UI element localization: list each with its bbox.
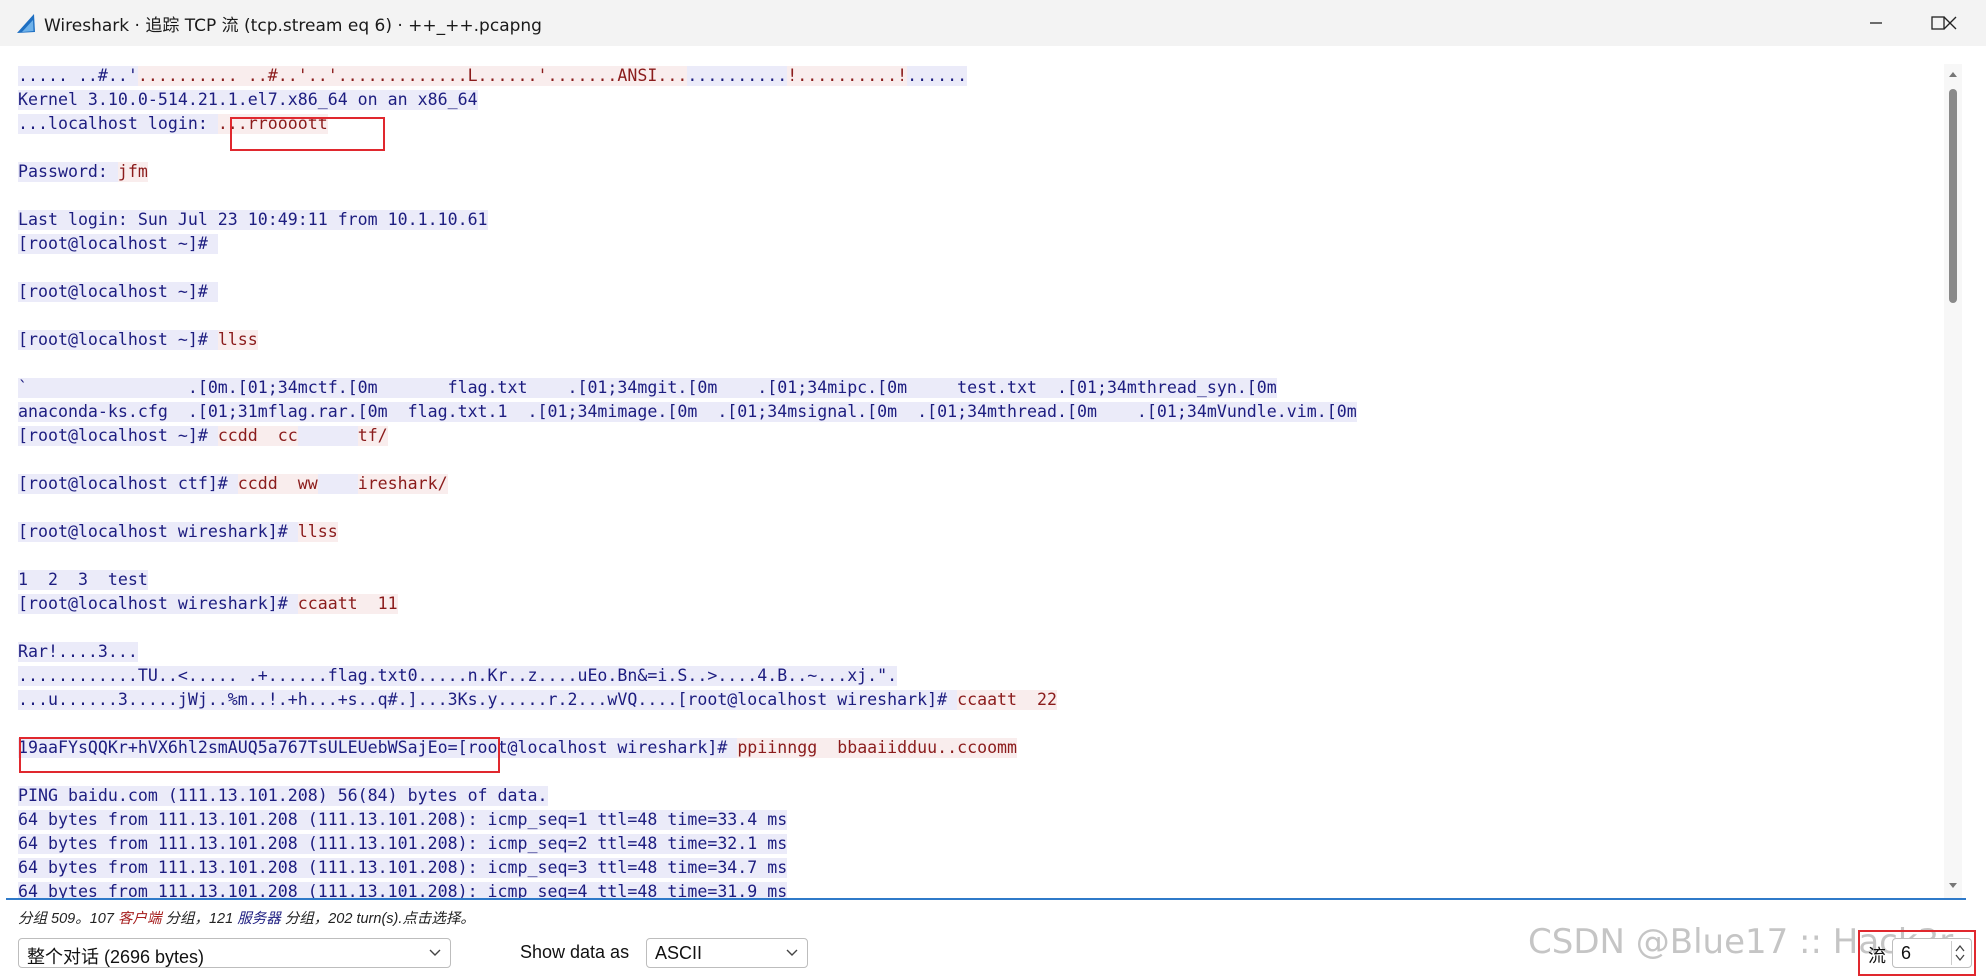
- server-segment[interactable]: [297, 426, 358, 446]
- stream-line: Last login: Sun Jul 23 10:49:11 from 10.…: [18, 208, 1943, 232]
- client-segment[interactable]: ccaatt 11: [297, 594, 398, 614]
- scroll-up-icon: [1949, 72, 1957, 77]
- window-title: Wireshark · 追踪 TCP 流 (tcp.stream eq 6) ·…: [44, 16, 542, 36]
- show-data-select[interactable]: ASCII: [646, 938, 808, 968]
- status-mid: 分组，121: [161, 911, 238, 927]
- show-data-value: ASCII: [655, 943, 703, 963]
- server-segment[interactable]: ..... ..#..': [18, 66, 138, 86]
- server-segment[interactable]: 1 2 3 test: [18, 570, 148, 590]
- server-segment[interactable]: Rar!....3...: [18, 642, 138, 662]
- scroll-down-icon: [1949, 883, 1957, 888]
- status-suffix: 分组，202 turn(s).点击选择。: [280, 911, 475, 927]
- pane-bottom-border: [6, 898, 1966, 900]
- stream-line: 64 bytes from 111.13.101.208 (111.13.101…: [18, 808, 1943, 832]
- server-segment[interactable]: [root@localhost ~]#: [18, 234, 218, 254]
- stream-line: [18, 616, 1943, 640]
- wireshark-fin-icon: [17, 14, 35, 33]
- client-segment[interactable]: ccdd ww: [237, 474, 318, 494]
- client-segment[interactable]: ccdd cc: [217, 426, 298, 446]
- stream-line: ...u......3.....jWj..%m..!.+h...+s..q#.]…: [18, 688, 1943, 712]
- client-segment[interactable]: tf/: [357, 426, 388, 446]
- stream-line: Kernel 3.10.0-514.21.1.el7.x86_64 on an …: [18, 88, 1943, 112]
- server-segment[interactable]: ...localhost login:: [18, 114, 218, 134]
- stream-line: [18, 712, 1943, 736]
- server-segment[interactable]: anaconda-ks.cfg .[01;31mflag.rar.[0m fla…: [18, 402, 1357, 422]
- stream-line: Rar!....3...: [18, 640, 1943, 664]
- stream-line: [root@localhost ~]# llss: [18, 328, 1943, 352]
- stream-line: [18, 184, 1943, 208]
- title-bar: Wireshark · 追踪 TCP 流 (tcp.stream eq 6) ·…: [0, 0, 1986, 46]
- stream-line: 64 bytes from 111.13.101.208 (111.13.101…: [18, 832, 1943, 856]
- close-icon: [1943, 16, 1957, 30]
- stream-line: [root@localhost ~]# ccdd cc tf/: [18, 424, 1943, 448]
- client-segment[interactable]: !..........!: [787, 66, 908, 86]
- client-segment[interactable]: ireshark/: [357, 474, 448, 494]
- stream-line: [18, 304, 1943, 328]
- server-segment[interactable]: Password:: [18, 162, 118, 182]
- stream-line: Password: jfm: [18, 160, 1943, 184]
- stream-line: [root@localhost ~]#: [18, 280, 1943, 304]
- server-segment[interactable]: ..........: [687, 66, 788, 86]
- stream-line: ............TU..<..... .+......flag.txt0…: [18, 664, 1943, 688]
- server-segment[interactable]: ............TU..<..... .+......flag.txt0…: [18, 666, 898, 686]
- close-button[interactable]: [1920, 0, 1980, 46]
- server-label[interactable]: 服务器: [237, 911, 281, 927]
- client-segment[interactable]: ppiinngg bbaaiidduu..ccoomm: [737, 738, 1018, 758]
- server-segment[interactable]: ...u......3.....jWj..%m..!.+h...+s..q#.]…: [18, 690, 958, 710]
- client-label[interactable]: 客户端: [118, 911, 162, 927]
- client-segment[interactable]: jfm: [117, 162, 148, 182]
- vertical-scrollbar[interactable]: [1944, 64, 1962, 898]
- show-data-label: Show data as: [520, 942, 630, 962]
- server-segment[interactable]: [root@localhost wireshark]#: [18, 522, 298, 542]
- server-segment[interactable]: ......: [907, 66, 968, 86]
- stream-line: [root@localhost wireshark]# ccaatt 11: [18, 592, 1943, 616]
- server-segment[interactable]: PING baidu.com (111.13.101.208) 56(84) b…: [18, 786, 548, 806]
- server-segment[interactable]: 64 bytes from 111.13.101.208 (111.13.101…: [18, 834, 788, 854]
- stream-line: [18, 496, 1943, 520]
- stream-line: 64 bytes from 111.13.101.208 (111.13.101…: [18, 880, 1943, 898]
- server-segment[interactable]: [root@localhost ~]#: [18, 330, 218, 350]
- base64-highlight-box: [19, 737, 500, 773]
- chevron-down-icon: [429, 949, 441, 956]
- stream-line: [root@localhost wireshark]# llss: [18, 520, 1943, 544]
- chevron-down-icon: [786, 949, 798, 956]
- minimize-button[interactable]: [1846, 0, 1906, 46]
- stream-line: ` .[0m.[01;34mctf.[0m flag.txt .[01;34mg…: [18, 376, 1943, 400]
- stream-line: [18, 352, 1943, 376]
- client-segment[interactable]: llss: [297, 522, 338, 542]
- server-segment[interactable]: [root@localhost ~]#: [18, 282, 218, 302]
- stream-line: [18, 256, 1943, 280]
- conversation-value: 整个对话 (2696 bytes): [27, 947, 205, 967]
- server-segment[interactable]: Kernel 3.10.0-514.21.1.el7.x86_64 on an …: [18, 90, 478, 110]
- client-segment[interactable]: .......... ..#..'..'.............L......…: [137, 66, 688, 86]
- client-segment[interactable]: llss: [217, 330, 258, 350]
- server-segment[interactable]: [317, 474, 358, 494]
- server-segment[interactable]: 64 bytes from 111.13.101.208 (111.13.101…: [18, 882, 788, 898]
- stream-line: ..... ..#..'.......... ..#..'..'........…: [18, 64, 1943, 88]
- stream-line: 64 bytes from 111.13.101.208 (111.13.101…: [18, 856, 1943, 880]
- login-highlight-box: [230, 117, 385, 151]
- stream-line: 1 2 3 test: [18, 568, 1943, 592]
- server-segment[interactable]: [root@localhost wireshark]#: [18, 594, 298, 614]
- server-segment[interactable]: [root@localhost ~]#: [18, 426, 218, 446]
- packet-summary-status: 分组 509。107 客户端 分组，121 服务器 分组，202 turn(s)…: [18, 907, 475, 928]
- server-segment[interactable]: 64 bytes from 111.13.101.208 (111.13.101…: [18, 858, 788, 878]
- server-segment[interactable]: Last login: Sun Jul 23 10:49:11 from 10.…: [18, 210, 488, 230]
- stream-line: [root@localhost ~]#: [18, 232, 1943, 256]
- stream-line: [root@localhost ctf]# ccdd ww ireshark/: [18, 472, 1943, 496]
- stream-highlight-box: [1858, 930, 1976, 976]
- stream-line: [18, 544, 1943, 568]
- stream-line: anaconda-ks.cfg .[01;31mflag.rar.[0m fla…: [18, 400, 1943, 424]
- server-segment[interactable]: [root@localhost ctf]#: [18, 474, 238, 494]
- client-segment[interactable]: ccaatt 22: [957, 690, 1057, 710]
- status-prefix: 分组 509。107: [18, 911, 118, 927]
- minimize-icon: [1870, 22, 1882, 24]
- scrollbar-thumb[interactable]: [1949, 89, 1957, 303]
- conversation-select[interactable]: 整个对话 (2696 bytes): [18, 938, 451, 968]
- server-segment[interactable]: 64 bytes from 111.13.101.208 (111.13.101…: [18, 810, 788, 830]
- stream-line: PING baidu.com (111.13.101.208) 56(84) b…: [18, 784, 1943, 808]
- server-segment[interactable]: ` .[0m.[01;34mctf.[0m flag.txt .[01;34mg…: [18, 378, 1277, 398]
- stream-line: [18, 448, 1943, 472]
